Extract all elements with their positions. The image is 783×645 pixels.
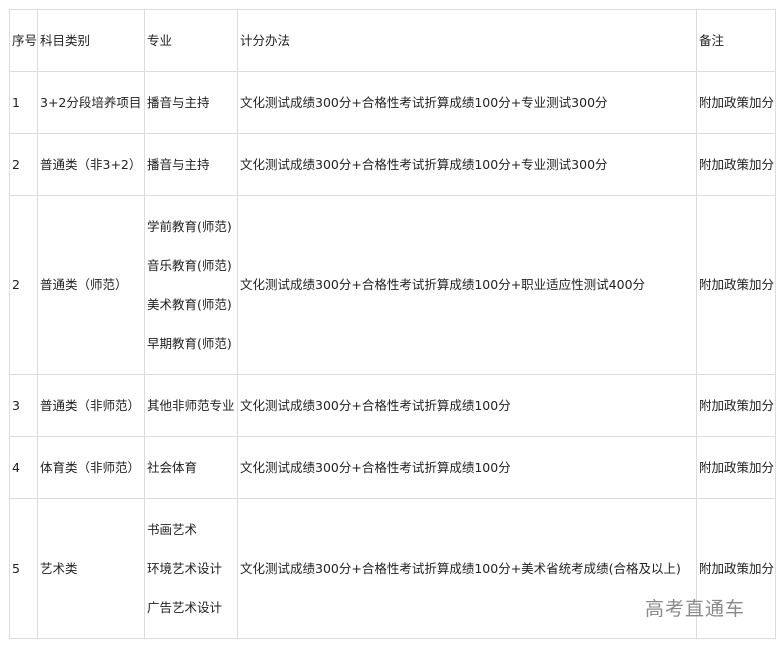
cell-no: 1 bbox=[9, 71, 38, 134]
cell-method: 文化测试成绩300分+合格性考试折算成绩100分 bbox=[237, 374, 697, 437]
cell-method: 文化测试成绩300分+合格性考试折算成绩100分+专业测试300分 bbox=[237, 133, 697, 196]
cell-note: 附加政策加分 bbox=[696, 195, 776, 375]
major-item: 早期教育(师范) bbox=[147, 336, 232, 351]
cell-method: 文化测试成绩300分+合格性考试折算成绩100分+职业适应性测试400分 bbox=[237, 195, 697, 375]
cell-major: 书画艺术 环境艺术设计 广告艺术设计 bbox=[144, 498, 238, 639]
cell-category: 普通类（非师范） bbox=[37, 374, 145, 437]
cell-no: 3 bbox=[9, 374, 38, 437]
cell-major: 学前教育(师范) 音乐教育(师范) 美术教育(师范) 早期教育(师范) bbox=[144, 195, 238, 375]
major-item: 环境艺术设计 bbox=[147, 561, 223, 576]
cell-major: 社会体育 bbox=[144, 436, 238, 499]
cell-category: 体育类（非师范） bbox=[37, 436, 145, 499]
cell-category: 普通类（师范） bbox=[37, 195, 145, 375]
cell-category: 3+2分段培养项目 bbox=[37, 71, 145, 134]
major-item: 美术教育(师范) bbox=[147, 297, 232, 312]
major-item: 音乐教育(师范) bbox=[147, 258, 232, 273]
header-cell-method: 计分办法 bbox=[237, 9, 697, 72]
cell-method: 文化测试成绩300分+合格性考试折算成绩100分+美术省统考成绩(合格及以上) bbox=[237, 498, 697, 639]
cell-no: 2 bbox=[9, 133, 38, 196]
table-header-row: 序号 科目类别 专业 计分办法 备注 bbox=[9, 9, 776, 72]
cell-category: 普通类（非3+2） bbox=[37, 133, 145, 196]
major-item: 广告艺术设计 bbox=[147, 600, 223, 615]
cell-note: 附加政策加分 bbox=[696, 374, 776, 437]
table-row: 2 普通类（师范） 学前教育(师范) 音乐教育(师范) 美术教育(师范) 早期教… bbox=[9, 195, 776, 375]
cell-method: 文化测试成绩300分+合格性考试折算成绩100分 bbox=[237, 436, 697, 499]
major-item: 播音与主持 bbox=[147, 157, 210, 172]
table-row: 4 体育类（非师范） 社会体育 文化测试成绩300分+合格性考试折算成绩100分… bbox=[9, 436, 776, 499]
cell-major: 播音与主持 bbox=[144, 71, 238, 134]
watermark-text: 高考直通车 bbox=[645, 598, 746, 620]
cell-no: 5 bbox=[9, 498, 38, 639]
major-item: 其他非师范专业 bbox=[147, 398, 235, 413]
major-item: 播音与主持 bbox=[147, 95, 210, 110]
header-cell-major: 专业 bbox=[144, 9, 238, 72]
major-item: 书画艺术 bbox=[147, 522, 198, 537]
table-row: 2 普通类（非3+2） 播音与主持 文化测试成绩300分+合格性考试折算成绩10… bbox=[9, 133, 776, 196]
cell-no: 4 bbox=[9, 436, 38, 499]
cell-method: 文化测试成绩300分+合格性考试折算成绩100分+专业测试300分 bbox=[237, 71, 697, 134]
major-item: 学前教育(师范) bbox=[147, 219, 232, 234]
major-item: 社会体育 bbox=[147, 460, 198, 475]
cell-major: 播音与主持 bbox=[144, 133, 238, 196]
header-cell-no: 序号 bbox=[9, 9, 38, 72]
header-cell-note: 备注 bbox=[696, 9, 776, 72]
table-row: 1 3+2分段培养项目 播音与主持 文化测试成绩300分+合格性考试折算成绩10… bbox=[9, 71, 776, 134]
admission-score-table: 序号 科目类别 专业 计分办法 备注 1 3+2分段培养项目 播音与主持 文化测… bbox=[9, 9, 776, 639]
cell-no: 2 bbox=[9, 195, 38, 375]
cell-note: 附加政策加分 bbox=[696, 436, 776, 499]
table-row: 3 普通类（非师范） 其他非师范专业 文化测试成绩300分+合格性考试折算成绩1… bbox=[9, 374, 776, 437]
cell-category: 艺术类 bbox=[37, 498, 145, 639]
cell-note: 附加政策加分 bbox=[696, 133, 776, 196]
cell-major: 其他非师范专业 bbox=[144, 374, 238, 437]
header-cell-category: 科目类别 bbox=[37, 9, 145, 72]
cell-note: 附加政策加分 bbox=[696, 71, 776, 134]
